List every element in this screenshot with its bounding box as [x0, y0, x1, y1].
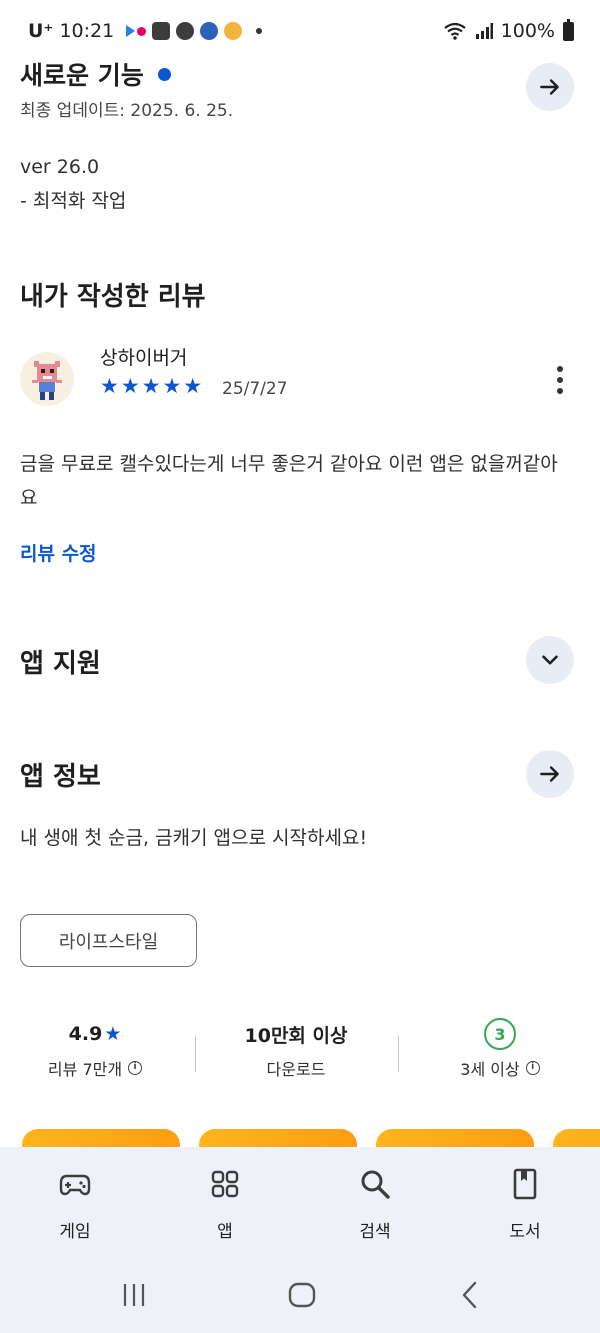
status-bar: U⁺ 10:21 100% [0, 0, 600, 60]
nav-apps-label: 앱 [217, 1222, 233, 1242]
review-star-rating: ★★★★★ [100, 374, 205, 398]
app-description: 내 생애 첫 순금, 금캐기 앱으로 시작하세요! [20, 827, 368, 849]
more-notifications-icon [256, 28, 263, 34]
bottom-navigation: 게임 앱 검색 도서 [0, 1147, 600, 1253]
notification-icons [126, 22, 263, 40]
nav-search-label: 검색 [359, 1222, 391, 1242]
category-chip[interactable]: 라이프스타일 [20, 914, 197, 967]
battery-icon [563, 18, 574, 41]
whats-new-title: 새로운 기능 [20, 61, 144, 90]
rating-stat[interactable]: 4.9 ★ 리뷰 7만개 i [0, 1018, 190, 1080]
downloads-label: 다운로드 [266, 1060, 326, 1079]
age-rating-badge: 3 [484, 1018, 516, 1050]
whats-new-arrow-button[interactable] [526, 63, 574, 111]
release-note-item: - 최적화 작업 [20, 190, 127, 212]
release-notes: ver 26.0 - 최적화 작업 [20, 150, 126, 218]
reviewer-name: 상하이버거 [100, 347, 188, 369]
last-updated-date: 최종 업데이트: 2025. 6. 25. [20, 101, 234, 121]
avatar[interactable] [20, 352, 74, 406]
search-icon [361, 1170, 390, 1199]
content-rating-stat[interactable]: 3 3세 이상 i [405, 1018, 595, 1080]
money-app-icon [224, 22, 243, 40]
nav-games-label: 게임 [59, 1222, 91, 1242]
back-icon [462, 1281, 477, 1309]
star-icon: ★ [104, 1023, 122, 1045]
recent-apps-button[interactable] [114, 1277, 154, 1313]
review-text: 금을 무료로 캘수있다는게 너무 좋은거 같아요 이런 앱은 없을꺼같아요 [20, 453, 558, 509]
gamepad-icon [59, 1174, 91, 1196]
new-indicator-dot [157, 67, 171, 81]
app-info-heading[interactable]: 앱 정보 [20, 756, 101, 793]
nav-apps[interactable]: 앱 [170, 1165, 280, 1242]
review-count-label: 리뷰 7만개 [47, 1060, 123, 1079]
review-date: 25/7/27 [222, 379, 288, 399]
app-support-expand-button[interactable] [526, 636, 574, 684]
info-icon[interactable]: i [128, 1061, 143, 1075]
review-more-options-button[interactable] [545, 362, 575, 398]
nav-books[interactable]: 도서 [470, 1165, 580, 1242]
clock: 10:21 [59, 20, 115, 42]
wifi-icon [443, 22, 466, 40]
age-rating-label: 3세 이상 [460, 1060, 520, 1079]
more-vert-icon [557, 366, 563, 372]
nav-search[interactable]: 검색 [320, 1165, 430, 1242]
downloads-stat: 10만회 이상 다운로드 [201, 1018, 391, 1080]
app-support-heading[interactable]: 앱 지원 [20, 643, 101, 680]
apps-grid-icon [211, 1170, 239, 1198]
edit-review-link[interactable]: 리뷰 수정 [20, 539, 97, 566]
pixel-app-icon [200, 22, 219, 40]
back-button[interactable] [450, 1277, 490, 1313]
info-icon[interactable]: i [525, 1061, 540, 1075]
pixel-character-avatar-icon [32, 361, 62, 400]
arrow-right-icon [540, 766, 559, 782]
release-note-version: ver 26.0 [20, 156, 100, 178]
app-stats-row: 4.9 ★ 리뷰 7만개 i 10만회 이상 다운로드 3 3세 이상 i [0, 1018, 600, 1090]
arrow-right-icon [540, 79, 559, 95]
rating-value: 4.9 [68, 1023, 103, 1045]
stat-divider [398, 1036, 399, 1072]
system-navigation-bar [0, 1253, 600, 1333]
my-review-heading: 내가 작성한 리뷰 [20, 282, 206, 312]
carrier-label: U⁺ [28, 20, 54, 42]
recent-apps-icon [123, 1284, 145, 1306]
home-button[interactable] [282, 1277, 322, 1313]
book-icon [513, 1168, 537, 1200]
gallery-icon [152, 22, 171, 40]
nav-books-label: 도서 [509, 1222, 541, 1242]
downloads-value: 10만회 이상 [244, 1024, 348, 1047]
app-info-arrow-button[interactable] [526, 750, 574, 798]
chevron-down-icon [542, 655, 558, 665]
home-icon [288, 1282, 316, 1308]
battery-percent: 100% [500, 20, 555, 42]
whats-new-header: 새로운 기능 [20, 56, 171, 92]
flickr-icon [126, 25, 147, 37]
nav-games[interactable]: 게임 [20, 1165, 130, 1242]
v-icon [176, 22, 195, 40]
signal-icon [475, 23, 493, 39]
stat-divider [195, 1036, 196, 1072]
